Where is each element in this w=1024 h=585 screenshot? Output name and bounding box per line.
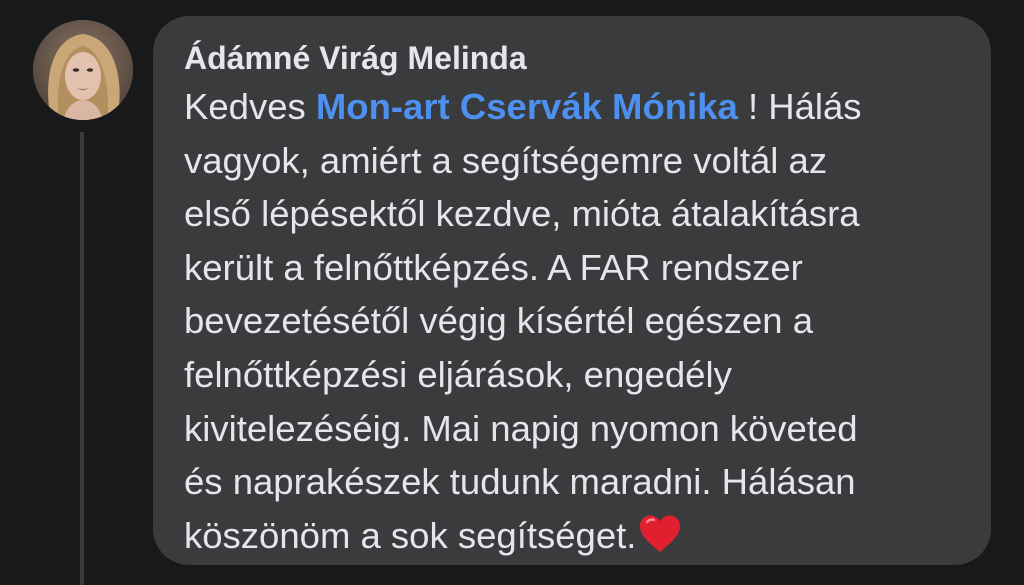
comment-line: és naprakészek tudunk maradni. Hálásan <box>184 461 856 503</box>
mention-link[interactable]: Mon-art Cservák Mónika <box>316 86 738 127</box>
comment-line: Kedves Mon-art Cservák Mónika ! Hálás <box>184 80 961 134</box>
comment-line: felnőttképzési eljárások, engedély <box>184 353 732 395</box>
avatar-photo <box>33 20 133 120</box>
comment-line: került a felnőttképzés. A FAR rendszer <box>184 246 803 288</box>
heart-icon <box>638 514 682 569</box>
comment-author-name[interactable]: Ádámné Virág Melinda <box>184 38 961 78</box>
comment-bubble: Ádámné Virág Melinda Kedves Mon-art Cser… <box>153 16 991 565</box>
comment-line: első lépésektől kezdve, mióta átalakítás… <box>184 193 860 235</box>
comment-line: köszönöm a sok segítséget. <box>184 509 961 569</box>
comment-line: bevezetésétől végig kísértél egészen a <box>184 300 814 342</box>
comment-text-segment: köszönöm a sok segítséget. <box>184 514 637 556</box>
comment-line: vagyok, amiért a segítségemre voltál az <box>184 139 828 181</box>
comment-text: Kedves Mon-art Cservák Mónika ! Hálás va… <box>184 80 961 568</box>
avatar[interactable] <box>33 20 133 120</box>
comment-greeting: Kedves <box>184 86 306 127</box>
thread-line <box>80 132 84 585</box>
comment-line: kivitelezéséig. Mai napig nyomon követed <box>184 407 858 449</box>
comment-text-segment: ! Hálás <box>737 86 862 127</box>
